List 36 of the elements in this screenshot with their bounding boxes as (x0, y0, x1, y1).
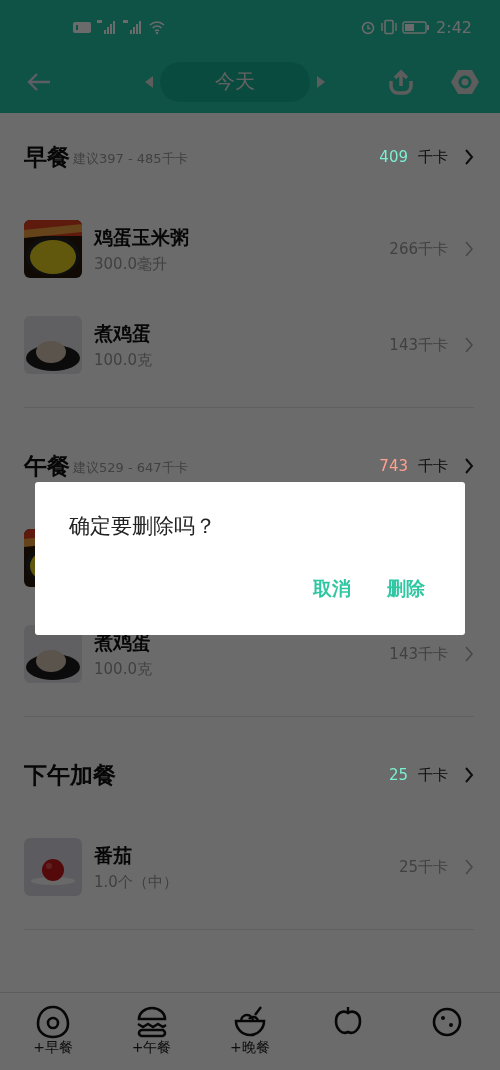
food-name: 煮鸡蛋 (94, 320, 152, 346)
chevron-right-icon[interactable] (464, 646, 474, 662)
calorie-unit: 千卡 (418, 765, 448, 785)
chevron-right-icon[interactable] (464, 458, 474, 474)
signal-icon (122, 19, 144, 35)
food-name: 鸡蛋玉米粥 (94, 224, 189, 250)
fried-egg-icon (36, 1005, 71, 1039)
chevron-right-icon[interactable] (464, 859, 474, 875)
signal-icon (96, 19, 118, 35)
meal-title: 早餐 (24, 142, 70, 172)
battery-icon (402, 20, 431, 34)
chevron-right-icon[interactable] (464, 767, 474, 783)
hd-icon (72, 20, 92, 34)
add-meal-button[interactable]: +早餐 (18, 993, 89, 1070)
food-name: 番茄 (94, 842, 133, 868)
back-arrow-icon[interactable] (26, 70, 52, 93)
chevron-right-icon[interactable] (464, 337, 474, 353)
clock-time: 2:42 (436, 17, 472, 37)
add-meal-button[interactable]: +晚餐 (214, 993, 285, 1070)
calorie-total: 743 (379, 457, 408, 475)
alarm-icon (360, 19, 377, 35)
rice-bowl-icon (232, 1005, 267, 1039)
chevron-right-icon[interactable] (464, 149, 474, 165)
right-triangle-icon[interactable] (316, 74, 326, 89)
calorie-unit: 千卡 (418, 147, 448, 167)
calorie-total: 409 (379, 148, 408, 166)
add-meal-button[interactable]: +午餐 (116, 993, 187, 1070)
chevron-right-icon[interactable] (464, 241, 474, 257)
wifi-icon (148, 19, 166, 35)
meal-title: 下午加餐 (24, 760, 116, 790)
calorie-unit: 千卡 (418, 456, 448, 476)
dialog-message: 确定要删除吗？ (69, 513, 217, 540)
left-triangle-icon[interactable] (144, 74, 154, 89)
meal-title: 午餐 (24, 451, 70, 481)
vibrate-icon (380, 19, 399, 35)
calorie-total: 25 (388, 766, 408, 784)
